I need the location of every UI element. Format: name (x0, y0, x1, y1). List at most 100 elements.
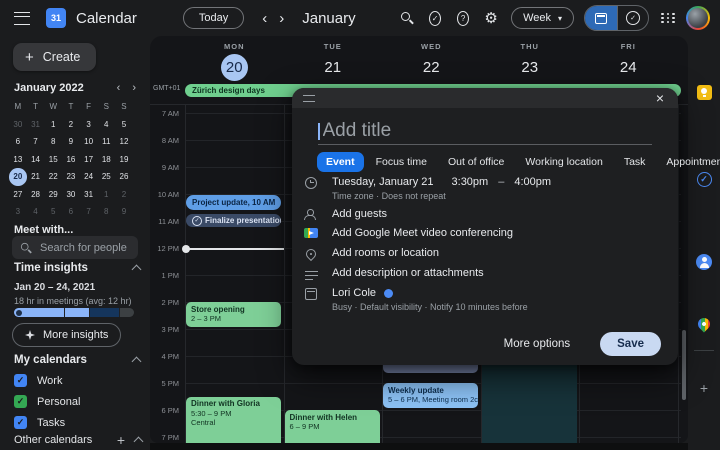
mini-calendar-day[interactable]: 28 (27, 186, 45, 204)
mini-calendar-day[interactable]: 1 (97, 186, 115, 204)
mini-calendar-day[interactable]: 9 (62, 133, 80, 151)
more-options-button[interactable]: More options (498, 337, 576, 351)
calendar-list-item[interactable]: ✓Tasks (0, 412, 150, 433)
today-button[interactable]: Today (183, 7, 244, 29)
my-calendars-header[interactable]: My calendars (14, 354, 140, 366)
google-apps-button[interactable] (661, 13, 676, 24)
add-description-label[interactable]: Add description or attachments (332, 267, 484, 279)
tasks-button[interactable]: ✓ (688, 172, 720, 187)
calendar-logo-icon[interactable]: 31 (46, 8, 66, 28)
checkbox-icon[interactable]: ✓ (14, 416, 27, 429)
event-chip[interactable]: Store opening2 – 3 PM (186, 302, 281, 327)
tab-task[interactable]: Task (615, 152, 655, 172)
get-add-ons-button[interactable]: + (688, 380, 720, 396)
calendar-view-toggle[interactable] (585, 6, 617, 30)
event-start-time[interactable]: 3:30pm (452, 176, 489, 188)
checkbox-icon[interactable]: ✓ (14, 395, 27, 408)
chevron-up-icon[interactable] (132, 265, 142, 275)
tab-working-location[interactable]: Working location (516, 152, 611, 172)
mini-calendar-day[interactable]: 4 (27, 203, 45, 221)
mini-calendar-day[interactable]: 5 (115, 116, 133, 134)
help-button[interactable]: ? (451, 6, 475, 30)
event-chip[interactable]: Dinner with Helen6 – 9 PM (285, 410, 380, 443)
mini-calendar-day[interactable]: 22 (44, 168, 62, 186)
add-guests-label[interactable]: Add guests (332, 208, 387, 220)
mini-calendar-day[interactable]: 15 (44, 151, 62, 169)
timezone-repeat-sub[interactable]: Time zone · Does not repeat (332, 191, 551, 201)
calendar-list-item[interactable]: ✓Personal (0, 391, 150, 412)
mini-calendar-day[interactable]: 16 (62, 151, 80, 169)
settings-button[interactable]: ⚙ (479, 6, 503, 30)
mini-calendar-day[interactable]: 18 (97, 151, 115, 169)
day-date[interactable]: 22 (418, 54, 445, 81)
previous-period-button[interactable]: ‹ (258, 11, 271, 26)
mini-calendar-day[interactable]: 12 (115, 133, 133, 151)
view-selector[interactable]: Week ▾ (511, 7, 574, 29)
chevron-up-icon[interactable] (134, 437, 144, 447)
mini-calendar-day[interactable]: 7 (27, 133, 45, 151)
add-location-row[interactable]: Add rooms or location (303, 247, 662, 259)
day-date[interactable]: 21 (319, 54, 346, 81)
mini-calendar-day[interactable]: 30 (62, 186, 80, 204)
event-chip[interactable]: Dinner with Gloria5:30 – 9 PMCentral (186, 397, 281, 444)
mini-calendar-day[interactable]: 26 (115, 168, 133, 186)
tasks-view-toggle[interactable]: ✓ (617, 6, 648, 30)
mini-calendar-day[interactable]: 2 (115, 186, 133, 204)
search-button[interactable] (395, 6, 419, 30)
mini-calendar-day[interactable]: 13 (9, 151, 27, 169)
mini-calendar-day[interactable]: 6 (62, 203, 80, 221)
add-location-label[interactable]: Add rooms or location (332, 247, 439, 259)
event-chip[interactable]: Project update, 10 AM (186, 195, 281, 209)
mini-calendar-prev-button[interactable]: ‹ (111, 82, 127, 94)
mini-calendar-day[interactable]: 14 (27, 151, 45, 169)
add-description-row[interactable]: Add description or attachments (303, 267, 662, 279)
maps-button[interactable] (688, 318, 720, 330)
day-header[interactable]: WED22 (382, 42, 481, 81)
mini-calendar-day[interactable]: 10 (80, 133, 98, 151)
mini-calendar-day[interactable]: 7 (80, 203, 98, 221)
event-chip[interactable]: ✓Finalize presentation, 10: (186, 214, 281, 227)
mini-calendar-day[interactable]: 30 (9, 116, 27, 134)
event-title-input[interactable] (321, 119, 653, 143)
tab-out-of-office[interactable]: Out of office (439, 152, 513, 172)
day-header[interactable]: TUE21 (284, 42, 383, 81)
chevron-up-icon[interactable] (132, 357, 142, 367)
dialog-drag-bar[interactable]: × (292, 88, 678, 108)
mini-calendar-day[interactable]: 31 (80, 186, 98, 204)
visibility-notification-sub[interactable]: Busy · Default visibility · Notify 10 mi… (332, 302, 528, 312)
tab-appointment-schedule[interactable]: Appointment schedule (657, 152, 720, 172)
user-avatar[interactable] (686, 6, 710, 30)
save-button[interactable]: Save (600, 332, 661, 356)
mini-calendar-day[interactable]: 20 (9, 168, 27, 186)
time-insights-header[interactable]: Time insights (14, 262, 140, 274)
mini-calendar-day[interactable]: 19 (115, 151, 133, 169)
event-end-time[interactable]: 4:00pm (514, 176, 551, 188)
event-time-row[interactable]: Tuesday, January 21 3:30pm – 4:00pm Time… (303, 176, 662, 201)
day-header[interactable]: THU23 (481, 42, 580, 81)
close-dialog-button[interactable]: × (650, 89, 670, 107)
mini-calendar-day[interactable]: 27 (9, 186, 27, 204)
add-guests-row[interactable]: Add guests (303, 208, 662, 220)
add-other-calendars-button[interactable]: + (107, 432, 135, 448)
calendar-owner-row[interactable]: Lori Cole Busy · Default visibility · No… (303, 287, 662, 312)
day-date[interactable]: 24 (615, 54, 642, 81)
day-date[interactable]: 20 (221, 54, 248, 81)
tab-event[interactable]: Event (317, 152, 364, 172)
other-calendars-header[interactable]: Other calendars + (14, 432, 142, 448)
mini-calendar-day[interactable]: 1 (44, 116, 62, 134)
mini-calendar-day[interactable]: 2 (62, 116, 80, 134)
mini-calendar-day[interactable]: 4 (97, 116, 115, 134)
calendar-list-item[interactable]: ✓Work (0, 370, 150, 391)
mini-calendar-day[interactable]: 3 (9, 203, 27, 221)
checkbox-icon[interactable]: ✓ (14, 374, 27, 387)
mini-calendar-day[interactable]: 31 (27, 116, 45, 134)
tab-focus-time[interactable]: Focus time (367, 152, 436, 172)
mini-calendar-day[interactable]: 17 (80, 151, 98, 169)
grid-scrollbar[interactable] (682, 330, 686, 400)
keep-button[interactable] (688, 85, 720, 100)
main-menu-icon[interactable] (14, 12, 30, 25)
mini-calendar-day[interactable]: 3 (80, 116, 98, 134)
day-header[interactable]: FRI24 (579, 42, 678, 81)
event-date[interactable]: Tuesday, January 21 (332, 176, 434, 188)
mini-calendar-day[interactable]: 23 (62, 168, 80, 186)
